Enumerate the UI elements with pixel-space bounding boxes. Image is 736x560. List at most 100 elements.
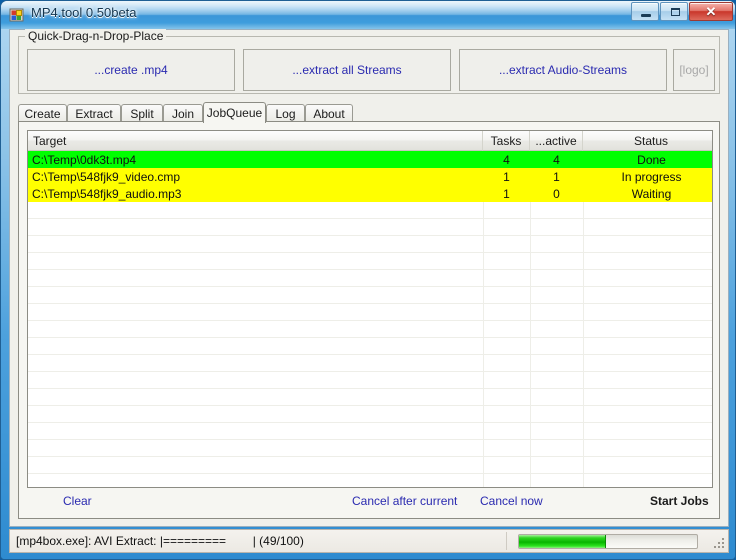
dropzone-label: [logo] bbox=[679, 63, 709, 77]
resize-grip[interactable] bbox=[713, 538, 725, 550]
grid-line bbox=[483, 270, 484, 287]
grid-line bbox=[583, 389, 584, 406]
tab-jobqueue[interactable]: JobQueue bbox=[203, 102, 266, 123]
dropzone-label: ...extract all Streams bbox=[292, 63, 402, 77]
table-row[interactable]: C:\Temp\0dk3t.mp4 4 4 Done bbox=[28, 151, 712, 168]
empty-row bbox=[28, 236, 712, 253]
tab-about[interactable]: About bbox=[305, 104, 353, 122]
tab-join[interactable]: Join bbox=[163, 104, 203, 122]
grid-line bbox=[530, 202, 531, 219]
grid-line bbox=[483, 389, 484, 406]
grid-line bbox=[530, 219, 531, 236]
grid-line bbox=[583, 406, 584, 423]
close-icon: ✕ bbox=[705, 4, 717, 19]
action-cancel-now[interactable]: Cancel now bbox=[480, 494, 543, 508]
column-header-label: Target bbox=[33, 133, 67, 148]
grid-line bbox=[483, 219, 484, 236]
empty-row bbox=[28, 406, 712, 423]
column-header-label: ...active bbox=[535, 133, 577, 148]
cell-status: Waiting bbox=[631, 186, 672, 201]
tab-extract[interactable]: Extract bbox=[67, 104, 121, 122]
grid-line bbox=[483, 253, 484, 270]
tab-split[interactable]: Split bbox=[121, 104, 163, 122]
client-area: Quick-Drag-n-Drop-Place ...create .mp4..… bbox=[9, 29, 729, 527]
grid-line bbox=[583, 457, 584, 474]
grid-line bbox=[530, 287, 531, 304]
window-title: MP4.tool 0.50beta bbox=[31, 5, 137, 20]
tab-strip: Create Extract Split Join JobQueue Log About bbox=[18, 102, 720, 123]
column-header-active[interactable]: ...active bbox=[530, 131, 583, 151]
grid-line bbox=[530, 338, 531, 355]
empty-row bbox=[28, 457, 712, 474]
grid-line bbox=[483, 474, 484, 487]
empty-row bbox=[28, 440, 712, 457]
table-row[interactable]: C:\Temp\548fjk9_audio.mp3 1 0 Waiting bbox=[28, 185, 712, 202]
window-controls: ✕ bbox=[631, 2, 733, 21]
empty-row bbox=[28, 219, 712, 236]
jobqueue-list[interactable]: Target Tasks ...active Status C:\Temp\0dk3t… bbox=[27, 130, 713, 488]
tab-log[interactable]: Log bbox=[266, 104, 305, 122]
quick-drag-drop-label: Quick-Drag-n-Drop-Place bbox=[25, 29, 167, 43]
cell-tasks: 1 bbox=[503, 186, 510, 201]
cell-target: C:\Temp\548fjk9_video.cmp bbox=[32, 169, 181, 184]
action-clear[interactable]: Clear bbox=[63, 494, 92, 508]
tab-label: Extract bbox=[75, 106, 113, 121]
empty-row bbox=[28, 270, 712, 287]
grid-line bbox=[583, 372, 584, 389]
grid-line bbox=[583, 253, 584, 270]
column-header-tasks[interactable]: Tasks bbox=[483, 131, 530, 151]
grid-line bbox=[530, 355, 531, 372]
minimize-button[interactable] bbox=[631, 2, 659, 21]
column-header-label: Status bbox=[633, 133, 669, 148]
grid-line bbox=[483, 355, 484, 372]
application-window: MP4.tool 0.50beta ✕ Quick-Drag-n-Drop-Pl… bbox=[0, 0, 736, 560]
grid-line bbox=[530, 406, 531, 423]
grid-line bbox=[483, 423, 484, 440]
column-header-target[interactable]: Target bbox=[28, 131, 483, 151]
dropzone-3[interactable]: [logo] bbox=[673, 49, 715, 91]
grid-line bbox=[530, 236, 531, 253]
grid-line bbox=[530, 457, 531, 474]
maximize-icon bbox=[671, 8, 680, 16]
tab-create[interactable]: Create bbox=[18, 104, 67, 122]
grid-line bbox=[583, 423, 584, 440]
dropzone-1[interactable]: ...extract all Streams bbox=[243, 49, 451, 91]
column-header-status[interactable]: Status bbox=[583, 131, 712, 151]
close-button[interactable]: ✕ bbox=[689, 2, 733, 21]
dropzone-2[interactable]: ...extract Audio-Streams bbox=[459, 49, 667, 91]
table-row[interactable]: C:\Temp\548fjk9_video.cmp 1 1 In progress bbox=[28, 168, 712, 185]
cell-active: 1 bbox=[553, 169, 560, 184]
quick-drag-drop-group: Quick-Drag-n-Drop-Place ...create .mp4..… bbox=[18, 29, 720, 94]
grid-line bbox=[583, 338, 584, 355]
grid-line bbox=[530, 321, 531, 338]
tab-label: Split bbox=[130, 106, 154, 121]
grid-line bbox=[483, 236, 484, 253]
cell-status: In progress bbox=[621, 169, 682, 184]
tab-label: Log bbox=[275, 106, 296, 121]
grid-line bbox=[530, 474, 531, 487]
empty-row bbox=[28, 423, 712, 440]
grid-line bbox=[483, 372, 484, 389]
empty-row bbox=[28, 253, 712, 270]
action-start-jobs[interactable]: Start Jobs bbox=[650, 494, 709, 508]
dropzone-0[interactable]: ...create .mp4 bbox=[27, 49, 235, 91]
grid-line bbox=[530, 389, 531, 406]
grid-line bbox=[530, 423, 531, 440]
grid-line bbox=[530, 372, 531, 389]
empty-row bbox=[28, 355, 712, 372]
title-bar[interactable]: MP4.tool 0.50beta ✕ bbox=[1, 1, 735, 29]
empty-row bbox=[28, 287, 712, 304]
maximize-button[interactable] bbox=[660, 2, 688, 21]
cell-target: C:\Temp\548fjk9_audio.mp3 bbox=[32, 186, 182, 201]
jobqueue-rows: C:\Temp\0dk3t.mp4 4 4 Done C:\Temp\548fjk9_v… bbox=[28, 151, 712, 487]
grid-line bbox=[583, 270, 584, 287]
grid-line bbox=[583, 304, 584, 321]
grid-line bbox=[483, 457, 484, 474]
grid-line bbox=[483, 202, 484, 219]
grid-line bbox=[583, 202, 584, 219]
tab-label: JobQueue bbox=[206, 106, 263, 120]
action-cancel-after-current[interactable]: Cancel after current bbox=[352, 494, 457, 508]
app-icon bbox=[9, 8, 24, 22]
grid-line bbox=[483, 338, 484, 355]
jobqueue-header-row: Target Tasks ...active Status bbox=[28, 131, 712, 151]
